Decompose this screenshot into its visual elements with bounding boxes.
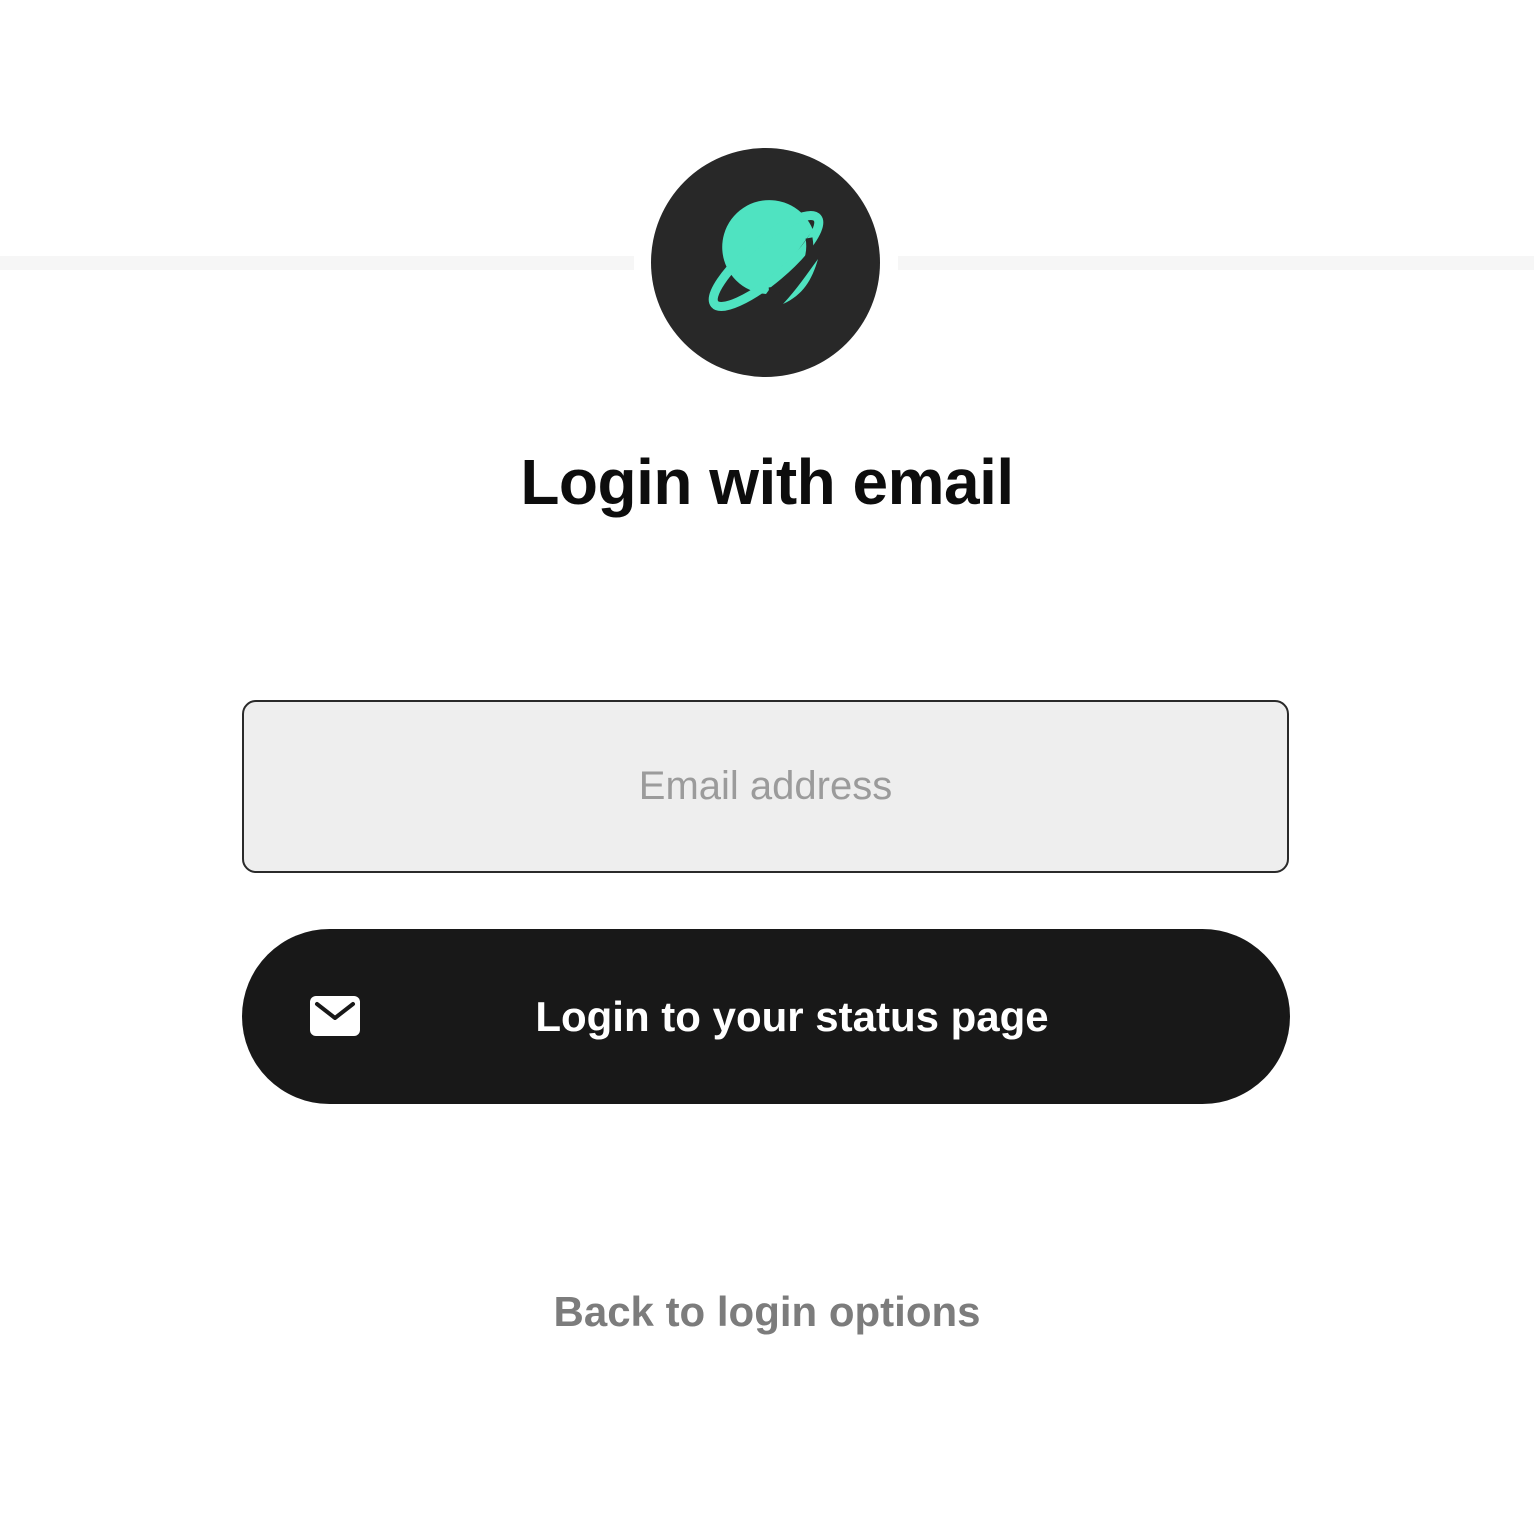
login-page: Login with email Login to your status pa… [0, 0, 1534, 1514]
page-title: Login with email [520, 446, 1014, 518]
login-button[interactable]: Login to your status page [242, 929, 1290, 1104]
planet-icon [708, 200, 824, 311]
login-button-label: Login to your status page [535, 993, 1049, 1040]
brand-logo [651, 148, 880, 377]
header-divider-left [0, 256, 634, 270]
back-to-login-options-link[interactable]: Back to login options [0, 1284, 1534, 1340]
header-divider-right [898, 256, 1534, 270]
email-field[interactable] [242, 700, 1289, 873]
